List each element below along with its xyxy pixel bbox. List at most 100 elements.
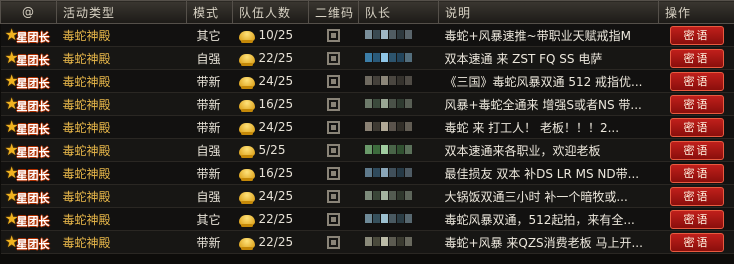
badge-cell: ★ 星团长 <box>0 138 57 162</box>
activity-cell: 毒蛇神殿 <box>56 207 187 231</box>
leader-cell <box>358 69 439 93</box>
leader-cell <box>358 230 439 254</box>
col-header-activity[interactable]: 活动类型 <box>56 0 187 24</box>
leader-name-blurred[interactable] <box>364 166 413 180</box>
table-row[interactable]: ★ 星团长 毒蛇神殿 带新 16/25 最佳损友 双本 补DS LR MS ND… <box>0 161 734 185</box>
activity-cell: 毒蛇神殿 <box>56 115 187 139</box>
table-row[interactable]: ★ 星团长 毒蛇神殿 带新 24/25 《三国》毒蛇风暴双通 512 戒指优..… <box>0 69 734 93</box>
col-header-op[interactable]: 操作 <box>658 0 734 24</box>
whisper-button[interactable]: 密语 <box>669 232 724 252</box>
mode-cell: 带新 <box>186 115 233 139</box>
qr-code-icon[interactable] <box>327 75 340 88</box>
table-row[interactable]: ★ 星团长 毒蛇神殿 其它 10/25 毒蛇+风暴速推~带职业天赋戒指M 密语 <box>0 23 734 47</box>
star-badge-icon: ★ 星团长 <box>4 48 50 68</box>
whisper-button[interactable]: 密语 <box>669 48 724 68</box>
col-header-team[interactable]: 队伍人数 <box>232 0 309 24</box>
star-badge-icon: ★ 星团长 <box>4 94 50 114</box>
team-cell: 22/25 <box>232 207 309 231</box>
qr-code-icon[interactable] <box>327 144 340 157</box>
whisper-button[interactable]: 密语 <box>669 163 724 183</box>
description-cell: 双本速通 来 ZST FQ SS 电萨 <box>438 46 659 70</box>
whisper-button[interactable]: 密语 <box>669 209 724 229</box>
qr-code-icon[interactable] <box>327 98 340 111</box>
leader-name-blurred[interactable] <box>364 51 413 65</box>
helmet-icon <box>238 76 255 89</box>
badge-cell: ★ 星团长 <box>0 207 57 231</box>
table-row[interactable]: ★ 星团长 毒蛇神殿 带新 22/25 毒蛇+风暴 来QZS消费老板 马上开..… <box>0 230 734 254</box>
star-badge-icon: ★ 星团长 <box>4 163 50 183</box>
description-cell: 风暴+毒蛇全通来 增强S或者NS 带... <box>438 92 659 116</box>
whisper-button[interactable]: 密语 <box>669 94 724 114</box>
leader-name-blurred[interactable] <box>364 235 413 249</box>
team-count: 24/25 <box>258 189 294 203</box>
team-count: 16/25 <box>258 97 294 111</box>
leader-cell <box>358 184 439 208</box>
leader-name-blurred[interactable] <box>364 189 413 203</box>
col-header-qr[interactable]: 二维码 <box>308 0 359 24</box>
description-cell: 毒蛇 来 打工人！ 老板！！！2... <box>438 115 659 139</box>
qr-cell <box>308 115 359 139</box>
team-cell: 24/25 <box>232 184 309 208</box>
qr-cell <box>308 230 359 254</box>
table-row[interactable]: ★ 星团长 毒蛇神殿 带新 24/25 毒蛇 来 打工人！ 老板！！！2... … <box>0 115 734 139</box>
leader-name-blurred[interactable] <box>364 212 413 226</box>
whisper-button[interactable]: 密语 <box>669 186 724 206</box>
qr-cell <box>308 184 359 208</box>
star-badge-icon: ★ 星团长 <box>4 25 50 45</box>
activity-cell: 毒蛇神殿 <box>56 92 187 116</box>
qr-code-icon[interactable] <box>327 213 340 226</box>
leader-name-blurred[interactable] <box>364 120 413 134</box>
leader-name-blurred[interactable] <box>364 28 413 42</box>
badge-cell: ★ 星团长 <box>0 46 57 70</box>
helmet-icon <box>238 53 255 66</box>
leader-name-blurred[interactable] <box>364 74 413 88</box>
table-row[interactable]: ★ 星团长 毒蛇神殿 自强 24/25 大锅饭双通三小时 补一个暗牧或... 密… <box>0 184 734 208</box>
table-row[interactable]: ★ 星团长 毒蛇神殿 带新 16/25 风暴+毒蛇全通来 增强S或者NS 带..… <box>0 92 734 116</box>
table-header: @ 活动类型 模式 队伍人数 二维码 队长 说明 操作 <box>0 0 734 24</box>
team-count: 22/25 <box>258 235 294 249</box>
table-row[interactable]: ★ 星团长 毒蛇神殿 自强 5/25 双本速通来各职业，欢迎老板 密语 <box>0 138 734 162</box>
mode-cell: 自强 <box>186 184 233 208</box>
qr-code-icon[interactable] <box>327 167 340 180</box>
qr-code-icon[interactable] <box>327 29 340 42</box>
table-row[interactable]: ★ 星团长 毒蛇神殿 其它 22/25 毒蛇风暴双通，512起拍，来有全... … <box>0 207 734 231</box>
table-row[interactable]: ★ 星团长 毒蛇神殿 自强 22/25 双本速通 来 ZST FQ SS 电萨 … <box>0 46 734 70</box>
team-count: 24/25 <box>258 74 294 88</box>
leader-name-blurred[interactable] <box>364 97 413 111</box>
helmet-icon <box>238 214 255 227</box>
op-cell: 密语 <box>658 138 734 162</box>
col-header-badge[interactable]: @ <box>0 0 57 24</box>
mode-cell: 带新 <box>186 69 233 93</box>
qr-code-icon[interactable] <box>327 121 340 134</box>
op-cell: 密语 <box>658 207 734 231</box>
op-cell: 密语 <box>658 69 734 93</box>
qr-code-icon[interactable] <box>327 190 340 203</box>
leader-name-blurred[interactable] <box>364 143 413 157</box>
activity-cell: 毒蛇神殿 <box>56 69 187 93</box>
whisper-button[interactable]: 密语 <box>669 25 724 45</box>
team-count: 10/25 <box>258 28 294 42</box>
description-cell: 双本速通来各职业，欢迎老板 <box>438 138 659 162</box>
op-cell: 密语 <box>658 161 734 185</box>
whisper-button[interactable]: 密语 <box>669 117 724 137</box>
whisper-button[interactable]: 密语 <box>669 140 724 160</box>
op-cell: 密语 <box>658 115 734 139</box>
description-cell: 毒蛇+风暴速推~带职业天赋戒指M <box>438 23 659 47</box>
col-header-leader[interactable]: 队长 <box>358 0 439 24</box>
col-header-desc[interactable]: 说明 <box>438 0 659 24</box>
col-header-mode[interactable]: 模式 <box>186 0 233 24</box>
helmet-icon <box>238 30 255 43</box>
op-cell: 密语 <box>658 23 734 47</box>
qr-cell <box>308 23 359 47</box>
team-list-table: @ 活动类型 模式 队伍人数 二维码 队长 说明 操作 ★ 星团长 毒蛇神殿 其… <box>0 0 734 254</box>
qr-code-icon[interactable] <box>327 236 340 249</box>
whisper-button[interactable]: 密语 <box>669 71 724 91</box>
leader-cell <box>358 92 439 116</box>
description-cell: 大锅饭双通三小时 补一个暗牧或... <box>438 184 659 208</box>
team-count: 22/25 <box>258 212 294 226</box>
badge-cell: ★ 星团长 <box>0 161 57 185</box>
qr-code-icon[interactable] <box>327 52 340 65</box>
team-cell: 5/25 <box>232 138 309 162</box>
qr-cell <box>308 69 359 93</box>
helmet-icon <box>238 237 255 250</box>
